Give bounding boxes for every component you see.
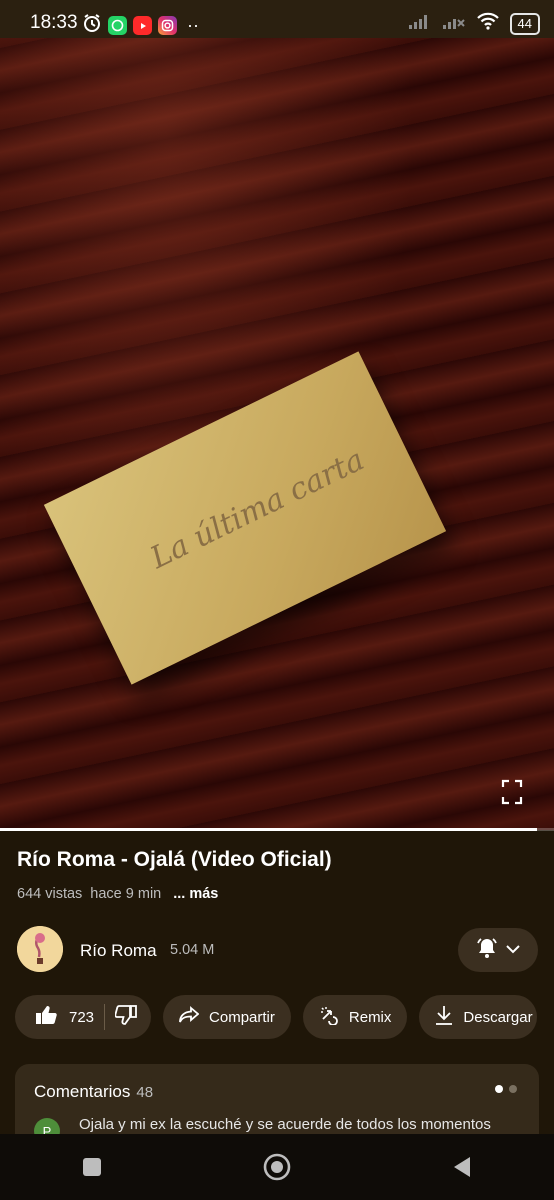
share-button[interactable]: Compartir	[163, 995, 291, 1039]
thumbs-up-icon	[35, 1005, 57, 1029]
youtube-icon	[133, 16, 152, 35]
progress-fill	[0, 828, 538, 831]
download-icon	[435, 1005, 453, 1029]
more-dots-icon: ··	[187, 15, 199, 35]
comments-header: Comentarios 48	[34, 1082, 153, 1102]
carousel-dot-active	[495, 1085, 503, 1093]
remix-label: Remix	[348, 1008, 392, 1026]
channel-avatar[interactable]	[17, 926, 63, 972]
bell-icon	[476, 937, 498, 964]
like-count: 723	[69, 1008, 95, 1026]
remix-button[interactable]: Remix	[302, 995, 408, 1039]
action-bar: 723 Compartir Remix Descargar	[15, 995, 538, 1039]
instagram-icon	[158, 16, 177, 35]
progress-bar[interactable]	[0, 828, 554, 831]
download-label: Descargar	[463, 1008, 533, 1026]
view-count: 644 vistas	[17, 886, 83, 902]
comments-count: 48	[136, 1084, 154, 1101]
share-icon	[179, 1006, 200, 1028]
channel-name[interactable]: Río Roma	[80, 941, 157, 961]
more-link[interactable]: ... más	[173, 886, 218, 902]
notification-icons: ··	[82, 13, 199, 38]
remix-icon	[319, 1005, 339, 1029]
carousel-dot	[509, 1085, 517, 1093]
back-button[interactable]	[442, 1147, 482, 1187]
subscriber-count: 5.04 M	[170, 942, 215, 958]
signal-2-icon	[442, 12, 466, 35]
like-button[interactable]: 723	[35, 1005, 94, 1029]
like-dislike-group: 723	[15, 995, 152, 1039]
system-nav-bar	[0, 1134, 554, 1200]
wifi-icon	[476, 12, 500, 35]
dislike-button[interactable]	[114, 1005, 137, 1029]
fullscreen-icon[interactable]	[500, 778, 524, 806]
top-comment-text: Ojala y mi ex la escuché y se acuerde de…	[79, 1116, 491, 1133]
signal-icon	[408, 12, 432, 35]
recents-button[interactable]	[72, 1147, 112, 1187]
notification-bell-button[interactable]	[458, 928, 538, 972]
like-divider	[104, 1004, 106, 1030]
alarm-icon	[82, 13, 102, 38]
system-icons: 44	[408, 12, 540, 35]
download-button[interactable]: Descargar	[419, 995, 538, 1039]
envelope-image: La última carta	[43, 351, 447, 685]
video-title[interactable]: Río Roma - Ojalá (Video Oficial)	[17, 848, 332, 872]
share-label: Compartir	[209, 1008, 275, 1026]
chevron-down-icon	[506, 941, 520, 959]
battery-icon: 44	[509, 12, 540, 35]
home-button[interactable]	[257, 1147, 297, 1187]
video-player[interactable]: La última carta	[0, 38, 554, 830]
upload-time: hace 9 min	[90, 886, 162, 902]
video-meta[interactable]: 644 vistas hace 9 min ... más	[17, 886, 218, 902]
status-time: 18:33	[30, 12, 78, 33]
carousel-dots	[495, 1085, 517, 1093]
whatsapp-icon	[108, 16, 127, 35]
comments-title: Comentarios	[34, 1082, 131, 1101]
envelope-handwriting: La última carta	[145, 442, 370, 576]
